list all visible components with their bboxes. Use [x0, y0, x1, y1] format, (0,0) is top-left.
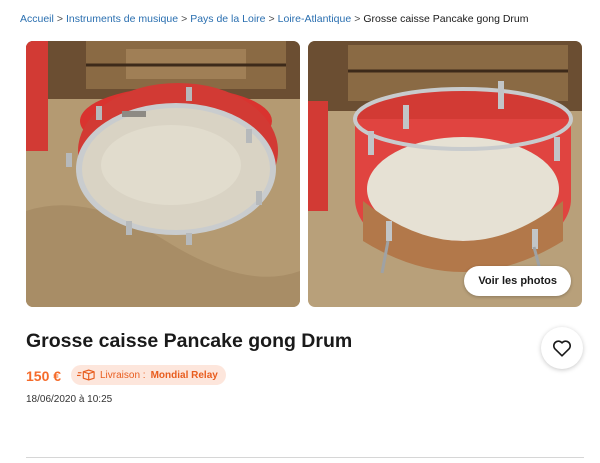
listing-photo-1[interactable]	[26, 41, 300, 307]
listing-title: Grosse caisse Pancake gong Drum	[26, 330, 353, 352]
listing-photo-2[interactable]: Voir les photos	[308, 41, 582, 307]
favorite-button[interactable]	[541, 327, 583, 369]
breadcrumb-link-region[interactable]: Pays de la Loire	[190, 13, 265, 25]
breadcrumb-separator: >	[181, 13, 188, 25]
delivery-method: Mondial Relay	[150, 369, 218, 381]
delivery-badge: Livraison : Mondial Relay	[71, 365, 226, 385]
breadcrumb-link-department[interactable]: Loire-Atlantique	[278, 13, 352, 25]
breadcrumb-separator: >	[354, 13, 361, 25]
breadcrumb: Accueil > Instruments de musique > Pays de l…	[20, 13, 529, 25]
breadcrumb-link-accueil[interactable]: Accueil	[20, 13, 54, 25]
breadcrumb-link-instruments[interactable]: Instruments de musique	[66, 13, 178, 25]
breadcrumb-current: Grosse caisse Pancake gong Drum	[363, 13, 529, 25]
view-photos-button[interactable]: Voir les photos	[464, 266, 571, 296]
drum-photo-top-view	[26, 41, 300, 307]
listing-price: 150 €	[26, 368, 62, 384]
section-divider	[26, 457, 584, 458]
breadcrumb-separator: >	[56, 13, 63, 25]
heart-outline-icon	[552, 340, 572, 357]
delivery-label: Livraison :	[100, 369, 146, 381]
listing-date: 18/06/2020 à 10:25	[26, 394, 113, 405]
breadcrumb-separator: >	[268, 13, 275, 25]
package-truck-icon	[77, 369, 95, 381]
